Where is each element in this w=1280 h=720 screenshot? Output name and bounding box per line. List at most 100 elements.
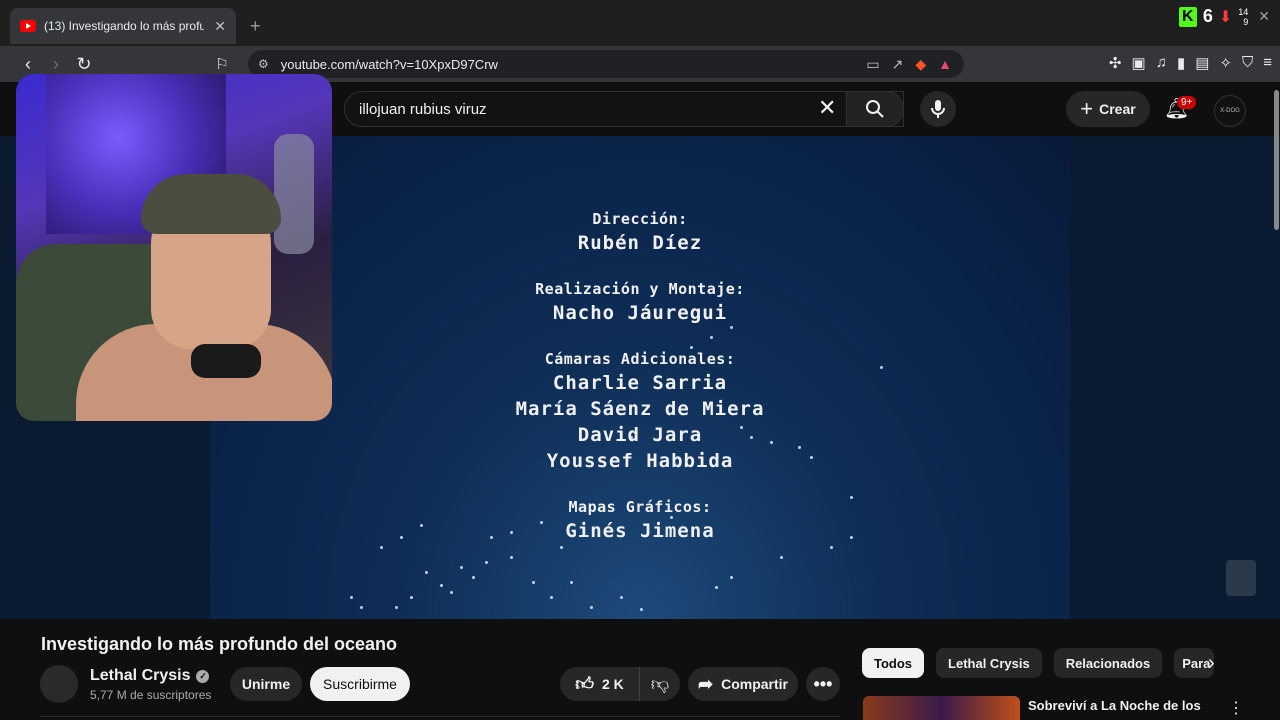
site-info-icon[interactable]: ⚙ — [258, 57, 269, 71]
video-player[interactable]: Dirección: Rubén Díez Realización y Montaj… — [210, 136, 1070, 619]
clear-search-icon[interactable]: ✕ — [818, 95, 836, 121]
more-icon: ••• — [813, 673, 833, 694]
sparkle — [490, 536, 493, 539]
thumbs-up-icon: 👍︎ — [575, 674, 594, 694]
url-text: youtube.com/watch?v=10XpxD97Crw — [280, 56, 498, 72]
chip-lethal-crysis[interactable]: Lethal Crysis — [936, 648, 1042, 678]
credit-name: Youssef Habbida — [546, 450, 734, 472]
browser-tab[interactable]: (13) Investigando lo más profundo ✕ — [10, 8, 236, 44]
stats-top: 14 — [1238, 6, 1249, 17]
chip-relacionados[interactable]: Relacionados — [1053, 648, 1163, 678]
ai-icon[interactable]: ✧ — [1219, 54, 1232, 72]
user-avatar[interactable]: X-DOG — [1214, 95, 1246, 127]
share-page-icon[interactable]: ↗ — [892, 56, 904, 73]
sparkle — [770, 441, 773, 444]
window-close-icon[interactable]: ✕ — [1258, 8, 1270, 25]
brave-rewards-icon[interactable]: ▲ — [938, 56, 952, 73]
avatar-text: X-DOG — [1220, 108, 1240, 114]
credit-name: María Sáenz de Miera — [515, 398, 765, 420]
sparkle — [710, 336, 713, 339]
sparkle — [798, 446, 801, 449]
sparkle — [640, 608, 643, 611]
tab-close-icon[interactable]: ✕ — [214, 18, 226, 35]
like-dislike-group: 👍︎ 2 K 👎︎ — [560, 667, 680, 701]
screen: (13) Investigando lo más profundo ✕ + K … — [0, 0, 1280, 720]
search-button[interactable] — [846, 91, 904, 127]
dislike-button[interactable]: 👎︎ — [640, 667, 680, 701]
address-bar[interactable]: ⚙ youtube.com/watch?v=10XpxD97Crw ▭ ↗ ◆ … — [248, 50, 964, 78]
sparkle — [780, 556, 783, 559]
recommendation-menu-icon[interactable]: ⋮ — [1228, 698, 1244, 718]
microphone-icon — [931, 100, 945, 118]
address-bar-actions: ▭ ↗ ◆ ▲ — [866, 56, 952, 73]
music-icon[interactable]: ♫ — [1156, 54, 1167, 72]
channel-name[interactable]: Lethal Crysis ✓ — [90, 667, 210, 685]
menu-icon[interactable]: ≡ — [1263, 54, 1272, 72]
sparkle — [532, 581, 535, 584]
brave-shield-icon[interactable]: ◆ — [915, 56, 926, 73]
sparkle — [730, 326, 733, 329]
credit-name: Ginés Jimena — [565, 520, 715, 542]
webcam-overlay — [16, 74, 332, 421]
sparkle — [425, 571, 428, 574]
chip-todos[interactable]: Todos — [862, 648, 925, 678]
viewer-count: 6 — [1202, 6, 1213, 26]
share-icon: ➦ — [698, 673, 714, 694]
credit-role: Cámaras Adicionales: — [544, 350, 736, 368]
thumbs-down-icon: 👎︎ — [650, 674, 670, 694]
sparkle — [485, 561, 488, 564]
sparkle — [350, 596, 353, 599]
search-icon — [866, 100, 884, 118]
voice-search-button[interactable] — [920, 91, 956, 127]
create-button[interactable]: + Crear — [1066, 91, 1150, 127]
credits-block: Dirección: Rubén Díez Realización y Montaj… — [210, 208, 1070, 544]
sparkle — [360, 606, 363, 609]
subscribe-button[interactable]: Suscribirme — [310, 667, 410, 701]
sparkle — [590, 606, 593, 609]
arrow-down-icon: ⬇ — [1218, 8, 1233, 26]
credits-gap — [210, 326, 1070, 348]
youtube-favicon-icon — [20, 20, 36, 32]
sparkle — [730, 576, 733, 579]
sparkle — [850, 496, 853, 499]
sidebar-icon[interactable]: ▮ — [1177, 54, 1185, 72]
sparkle — [460, 566, 463, 569]
verified-check-icon: ✓ — [196, 669, 210, 683]
tab-title: (13) Investigando lo más profundo — [44, 19, 204, 33]
join-button[interactable]: Unirme — [230, 667, 302, 701]
sparkle — [540, 521, 543, 524]
sparkle — [472, 576, 475, 579]
chevron-right-icon[interactable]: › — [1208, 652, 1215, 675]
sparkle — [715, 586, 718, 589]
sparkle — [410, 596, 413, 599]
credits-gap — [210, 474, 1070, 496]
sparkle — [630, 436, 633, 439]
credit-role: Mapas Gráficos: — [568, 498, 712, 516]
divider — [40, 716, 840, 717]
extensions-bar: ✣ ▣ ♫ ▮ ▤ ✧ ⛉ ≡ — [1109, 54, 1272, 72]
channel-name-text: Lethal Crysis — [90, 667, 191, 684]
credit-name: David Jara — [577, 424, 703, 446]
page-scrollbar[interactable] — [1274, 90, 1279, 230]
sparkle — [440, 584, 443, 587]
sparkle — [810, 456, 813, 459]
sparkle — [750, 436, 753, 439]
extensions-icon[interactable]: ✣ — [1109, 54, 1122, 72]
credit-role: Dirección: — [592, 210, 688, 228]
sparkle — [450, 591, 453, 594]
cast-icon[interactable]: ▭ — [866, 56, 879, 73]
recommendation-thumbnail[interactable] — [863, 696, 1020, 720]
browser-tab-bar: (13) Investigando lo más profundo ✕ + K … — [0, 0, 1280, 46]
like-button[interactable]: 👍︎ 2 K — [560, 667, 640, 701]
more-actions-button[interactable]: ••• — [806, 667, 840, 701]
channel-avatar[interactable] — [40, 665, 78, 703]
screenshot-icon[interactable]: ▣ — [1132, 54, 1146, 72]
overlay-icons: K 6 ⬇ 14 9 ✕ — [1178, 6, 1270, 27]
share-button[interactable]: ➦ Compartir — [688, 667, 798, 701]
vpn-icon[interactable]: ⛉ — [1242, 54, 1253, 72]
video-thumbnail-preview[interactable] — [1226, 560, 1256, 596]
new-tab-icon[interactable]: + — [250, 16, 261, 37]
recommendation-title[interactable]: Sobreviví a La Noche de los — [1028, 698, 1201, 713]
wallet-icon[interactable]: ▤ — [1195, 54, 1209, 72]
sparkle — [670, 516, 673, 519]
